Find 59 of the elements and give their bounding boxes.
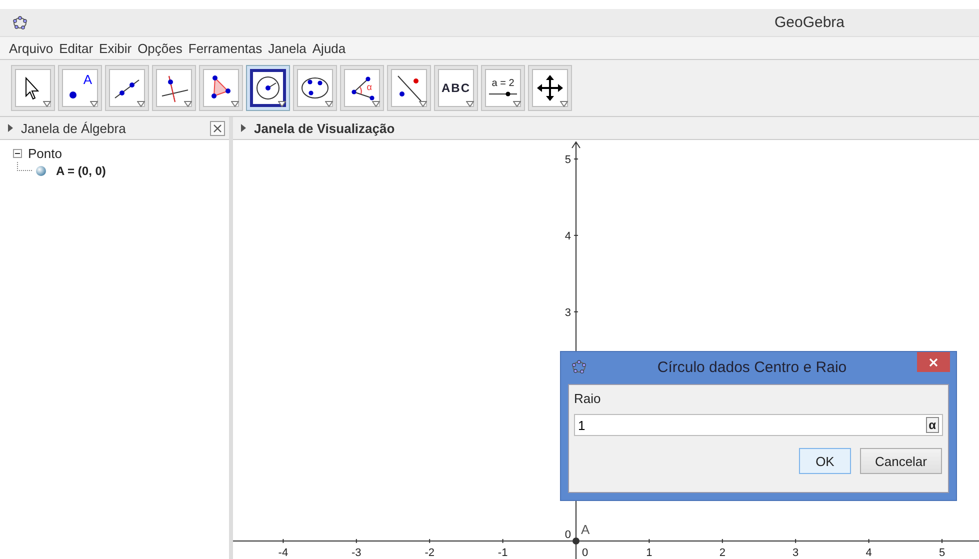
axis-label: 1 xyxy=(646,547,652,559)
collapse-toggle-icon[interactable] xyxy=(13,149,22,158)
tree-item[interactable]: A = (0, 0) xyxy=(56,164,106,178)
axis-label: 4 xyxy=(866,547,872,559)
axis-label: 5 xyxy=(938,547,946,559)
symbol-button[interactable]: α xyxy=(926,417,939,433)
tool-button[interactable]: A xyxy=(58,65,102,111)
axis-label: 0 xyxy=(582,547,588,559)
slider-icon xyxy=(487,88,519,98)
tool-button[interactable] xyxy=(528,65,572,111)
menu-item[interactable]: Opções xyxy=(138,40,182,56)
app-logo-icon xyxy=(571,359,587,375)
tool-button[interactable] xyxy=(11,65,55,111)
dialog-title: Círculo dados Centro e Raio xyxy=(656,358,848,376)
axis-label: 3 xyxy=(792,547,799,559)
axis-label: 2 xyxy=(719,547,726,559)
menu-item[interactable]: Janela xyxy=(268,40,306,56)
tool-button[interactable]: a = 2 xyxy=(481,65,525,111)
ok-button[interactable]: OK xyxy=(798,448,851,474)
axis-label: -4 xyxy=(278,547,288,559)
panel-title: Janela de Álgebra xyxy=(21,120,127,136)
menu-item[interactable]: Ajuda xyxy=(312,40,346,56)
close-icon xyxy=(929,358,938,366)
collapse-icon[interactable] xyxy=(241,124,246,132)
tree-item[interactable]: Ponto xyxy=(28,146,62,161)
axis-label: 0 xyxy=(564,529,571,541)
panel-title: Janela de Visualização xyxy=(254,120,396,136)
tool-button[interactable] xyxy=(293,65,337,111)
icon-label: A xyxy=(83,73,92,86)
window-title: GeoGebra xyxy=(773,14,846,31)
dropdown-arrow-icon[interactable] xyxy=(278,101,286,107)
close-icon[interactable] xyxy=(210,120,225,136)
tool-button[interactable] xyxy=(246,65,290,111)
collapse-icon[interactable] xyxy=(8,124,13,132)
icon-label: α xyxy=(366,83,372,92)
menu-item[interactable]: Editar xyxy=(59,40,94,56)
menu-item[interactable]: Exibir xyxy=(99,40,132,56)
point[interactable] xyxy=(572,538,580,544)
input-field[interactable]: 1 α xyxy=(574,414,943,436)
tool-button[interactable] xyxy=(199,65,243,111)
menu-item[interactable]: Arquivo xyxy=(9,40,54,56)
cancel-button[interactable]: Cancelar xyxy=(860,448,942,474)
axis-label: 5 xyxy=(564,154,571,166)
sphere-icon xyxy=(36,166,46,176)
app-logo-icon xyxy=(12,14,28,30)
axis-label: 3 xyxy=(564,306,571,319)
close-button[interactable] xyxy=(917,352,950,372)
tool-button[interactable] xyxy=(105,65,149,111)
point-icon xyxy=(69,91,77,99)
menu-item[interactable]: Ferramentas xyxy=(188,40,262,56)
tool-button[interactable] xyxy=(387,65,431,111)
field-label: Raio xyxy=(574,391,602,406)
axis-label: -3 xyxy=(352,547,362,559)
axis-label: 4 xyxy=(564,230,571,242)
point-label: A xyxy=(581,522,590,537)
axis-label: -1 xyxy=(498,547,508,559)
tool-button[interactable]: α xyxy=(340,65,384,111)
tool-button[interactable]: ABC xyxy=(434,65,478,111)
axis-label: -2 xyxy=(424,547,434,559)
